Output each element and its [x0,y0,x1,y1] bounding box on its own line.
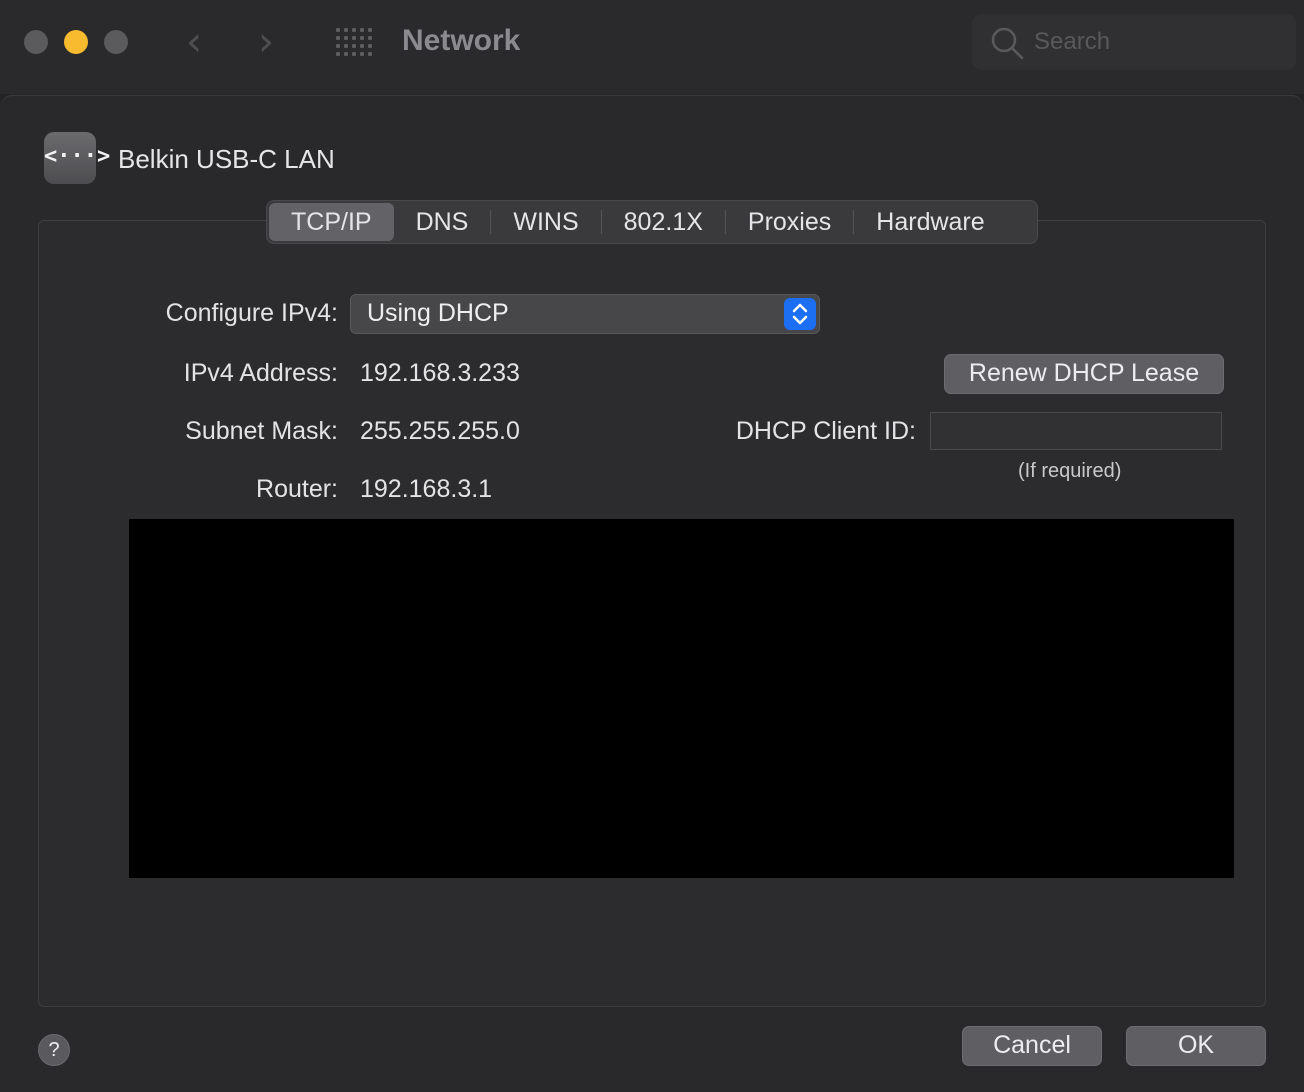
configure-ipv4-value: Using DHCP [367,299,509,327]
tab-8021x[interactable]: 802.1X [602,203,725,241]
router-label: Router: [256,475,338,503]
tab-wins[interactable]: WINS [491,203,600,241]
tab-bar: TCP/IP DNS WINS 802.1X Proxies Hardware [266,200,1038,244]
router-value: 192.168.3.1 [360,475,493,503]
zoom-window-button[interactable] [104,30,128,54]
search-box[interactable] [972,14,1296,70]
tab-proxies[interactable]: Proxies [726,203,853,241]
configure-ipv4-label: Configure IPv4: [165,299,338,327]
subnet-mask-value: 255.255.255.0 [360,417,520,445]
subnet-mask-label: Subnet Mask: [185,417,338,445]
back-arrow-icon[interactable]: ‹ [186,22,202,62]
dhcp-client-id-label: DHCP Client ID: [735,417,916,445]
popup-stepper-icon [784,298,816,330]
search-input[interactable] [1034,26,1284,58]
help-button[interactable]: ? [38,1034,70,1066]
search-icon [991,27,1024,60]
configure-ipv4-select[interactable]: Using DHCP [350,294,820,334]
minimize-window-button[interactable] [64,30,88,54]
ipv4-address-value: 192.168.3.233 [360,359,520,387]
tab-tcpip[interactable]: TCP/IP [269,203,394,241]
redacted-area [129,519,1234,878]
tab-dns[interactable]: DNS [394,203,491,241]
ok-button[interactable]: OK [1126,1026,1266,1066]
window-title: Network [402,24,521,57]
cancel-button[interactable]: Cancel [962,1026,1102,1066]
ipv4-address-label: IPv4 Address: [183,359,338,387]
show-all-grid-icon[interactable] [336,28,372,56]
interface-name: Belkin USB-C LAN [118,144,335,174]
renew-dhcp-lease-button[interactable]: Renew DHCP Lease [944,354,1224,394]
tab-hardware[interactable]: Hardware [854,203,1006,241]
dhcp-client-id-hint: (If required) [1018,460,1122,482]
title-bar: ‹ › Network [0,0,1304,94]
forward-arrow-icon[interactable]: › [258,22,274,62]
ethernet-icon: <···> [44,132,110,184]
close-window-button[interactable] [24,30,48,54]
dhcp-client-id-field[interactable] [930,412,1222,450]
